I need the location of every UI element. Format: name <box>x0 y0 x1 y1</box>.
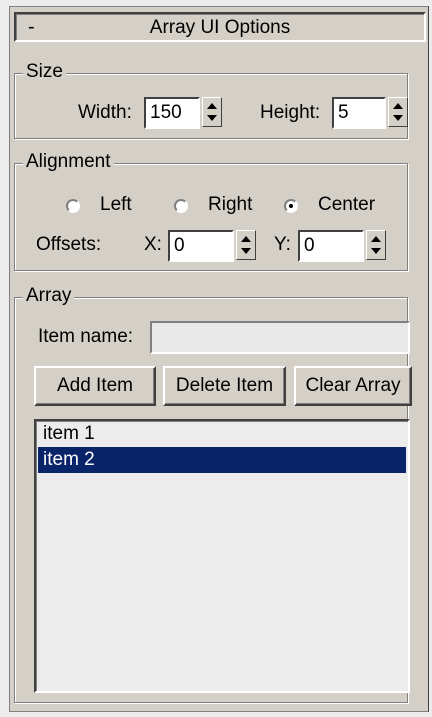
size-group-title: Size <box>23 60 66 84</box>
offset-y-label: Y: <box>274 234 291 255</box>
offset-y-field[interactable]: 0 <box>298 230 364 262</box>
item-name-label: Item name: <box>38 326 134 347</box>
width-spinner-field[interactable]: 150 <box>144 97 200 129</box>
spinner-down-icon[interactable] <box>207 115 217 121</box>
height-spinner-field[interactable]: 5 <box>332 97 386 129</box>
spinner-down-icon[interactable] <box>241 248 251 254</box>
radio-center-label[interactable]: Center <box>318 193 375 217</box>
add-item-button[interactable]: Add Item <box>34 366 156 406</box>
offset-x-field[interactable]: 0 <box>168 230 234 262</box>
rollout-title: Array UI Options <box>149 17 291 38</box>
offset-x-label: X: <box>144 234 162 255</box>
width-spinner-arrows[interactable] <box>202 97 222 127</box>
spinner-up-icon[interactable] <box>241 236 251 242</box>
radio-right-label[interactable]: Right <box>208 193 252 217</box>
rollout-header[interactable]: - Array UI Options <box>14 12 426 42</box>
width-value: 150 <box>150 102 182 123</box>
spinner-up-icon[interactable] <box>393 103 403 109</box>
clear-array-button[interactable]: Clear Array <box>294 366 412 406</box>
offset-x-value: 0 <box>174 235 185 256</box>
item-name-input[interactable] <box>150 321 410 354</box>
height-spinner-arrows[interactable] <box>388 97 408 127</box>
list-item-selected[interactable]: item 2 <box>38 447 406 473</box>
spinner-down-icon[interactable] <box>371 248 381 254</box>
spinner-up-icon[interactable] <box>207 103 217 109</box>
width-label: Width: <box>78 102 132 123</box>
height-label: Height: <box>260 102 321 123</box>
offset-x-spinner-arrows[interactable] <box>236 230 256 260</box>
radio-left[interactable] <box>66 199 80 213</box>
height-value: 5 <box>338 102 349 123</box>
array-group-title: Array <box>23 284 75 308</box>
spinner-up-icon[interactable] <box>371 236 381 242</box>
list-item[interactable]: item 1 <box>38 421 406 447</box>
delete-item-button[interactable]: Delete Item <box>163 366 286 406</box>
radio-center[interactable] <box>284 199 298 213</box>
offset-y-spinner-arrows[interactable] <box>366 230 386 260</box>
array-listbox[interactable]: item 1 item 2 <box>34 419 410 693</box>
radio-left-label[interactable]: Left <box>100 193 132 217</box>
radio-right[interactable] <box>174 199 188 213</box>
offset-y-value: 0 <box>304 235 315 256</box>
offsets-label: Offsets: <box>36 234 102 255</box>
spinner-down-icon[interactable] <box>393 115 403 121</box>
alignment-group-title: Alignment <box>23 150 114 174</box>
